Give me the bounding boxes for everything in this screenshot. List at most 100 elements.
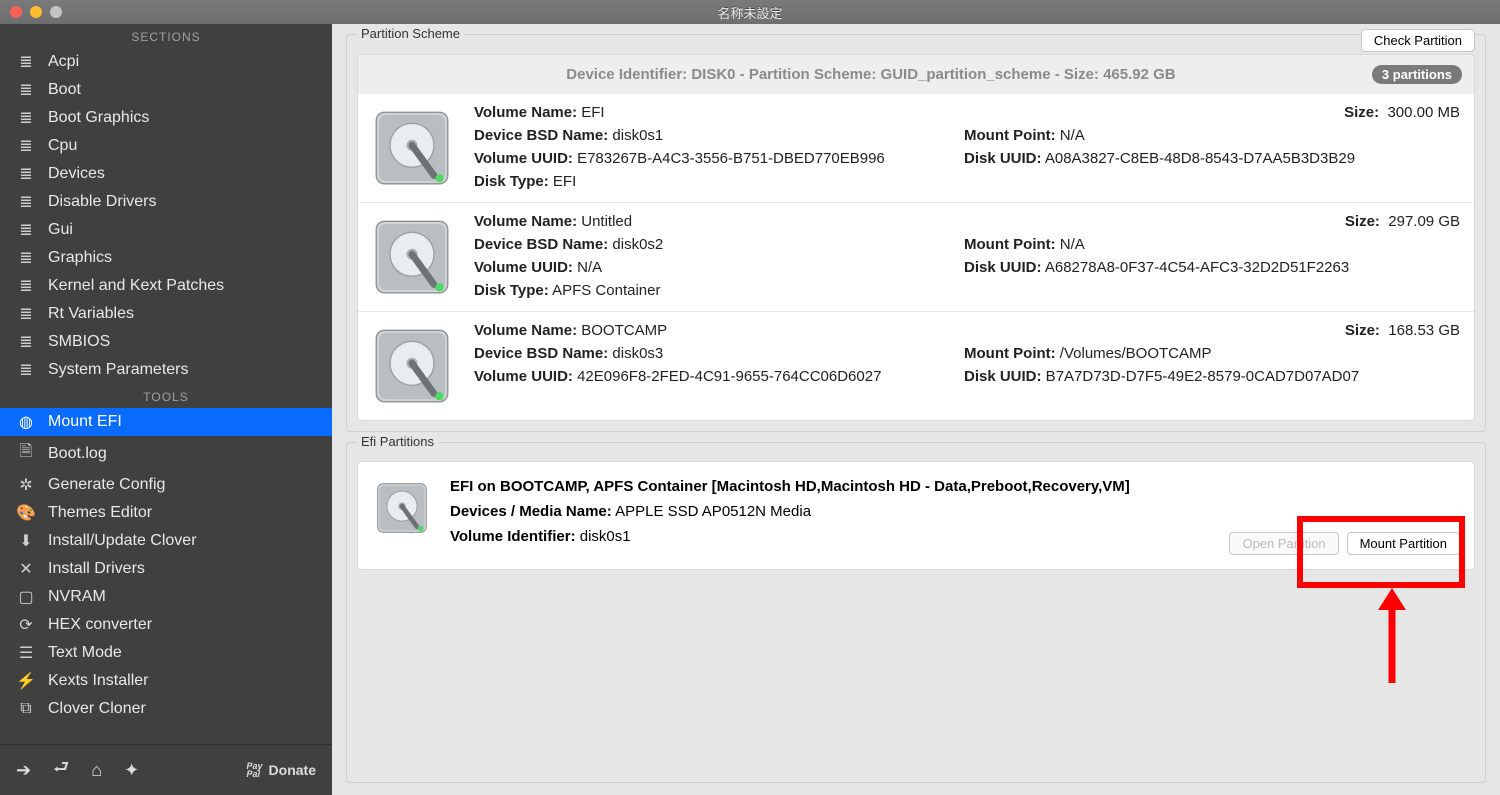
list-icon: ≣ (16, 164, 36, 184)
drive-icon (368, 322, 456, 410)
check-partition-button[interactable]: Check Partition (1361, 29, 1475, 52)
list-icon: ≣ (16, 52, 36, 72)
volume-list: Volume Name: EFI Size: 300.00 MB Device … (357, 94, 1475, 421)
nav-item-label: Graphics (48, 249, 112, 267)
volume-row[interactable]: Volume Name: Untitled Size: 297.09 GB De… (358, 203, 1474, 312)
nav-item-label: Cpu (48, 137, 77, 155)
sidebar-tool-item-themes-editor[interactable]: 🎨 Themes Editor (0, 499, 332, 527)
list-icon: ≣ (16, 304, 36, 324)
sidebar-header-sections: SECTIONS (0, 24, 332, 48)
volume-row[interactable]: Volume Name: BOOTCAMP Size: 168.53 GB De… (358, 312, 1474, 420)
sidebar-tool-item-install-update-clover[interactable]: ⬇Install/Update Clover (0, 527, 332, 555)
gear-icon: ✲ (16, 475, 36, 495)
nav-item-label: HEX converter (48, 616, 152, 634)
open-partition-button[interactable]: Open Partition (1229, 532, 1338, 555)
list-icon: ≣ (16, 80, 36, 100)
sidebar-section-item-disable-drivers[interactable]: ≣ Disable Drivers (0, 188, 332, 216)
list-icon: ≣ (16, 332, 36, 352)
wrench-icon: ✕ (16, 559, 36, 579)
volume-identifier-value: disk0s1 (580, 528, 631, 545)
sidebar-tool-item-kexts-installer[interactable]: ⚡Kexts Installer (0, 667, 332, 695)
nav-item-label: Boot.log (48, 445, 107, 463)
main-content: Partition Scheme Check Partition Device … (332, 24, 1500, 795)
sidebar-tool-item-install-drivers[interactable]: ✕ Install Drivers (0, 555, 332, 583)
list-icon: ≣ (16, 220, 36, 240)
efi-card: EFI on BOOTCAMP, APFS Container [Macinto… (357, 461, 1475, 570)
nav-item-label: Install Drivers (48, 560, 145, 578)
efi-partitions-title: Efi Partitions (357, 434, 438, 449)
sidebar-section-item-kernel-and-kext-patches[interactable]: ≣Kernel and Kext Patches (0, 272, 332, 300)
nav-item-label: Boot (48, 81, 81, 99)
donate-button[interactable]: PayPal Donate (247, 762, 316, 778)
sidebar-tool-item-nvram[interactable]: ▢ NVRAM (0, 583, 332, 611)
sidebar-tool-item-hex-converter[interactable]: ⟳ HEX converter (0, 611, 332, 639)
device-header: Device Identifier: DISK0 - Partition Sch… (357, 54, 1475, 94)
sidebar-section-item-graphics[interactable]: ≣ Graphics (0, 244, 332, 272)
logout-icon[interactable]: ➔ (16, 760, 31, 781)
sidebar-section-item-acpi[interactable]: ≣Acpi (0, 48, 332, 76)
nav-item-label: Rt Variables (48, 305, 134, 323)
nav-item-label: Gui (48, 221, 73, 239)
nav-item-label: Disable Drivers (48, 193, 156, 211)
sidebar-section-item-smbios[interactable]: ≣SMBIOS (0, 328, 332, 356)
sidebar-section-item-cpu[interactable]: ≣ Cpu (0, 132, 332, 160)
minimize-window-button[interactable] (30, 6, 42, 18)
list-icon: ≣ (16, 192, 36, 212)
list-icon: ≣ (16, 136, 36, 156)
sidebar-section-item-boot[interactable]: ≣ Boot (0, 76, 332, 104)
nav-item-label: Kexts Installer (48, 672, 148, 690)
volume-row[interactable]: Volume Name: EFI Size: 300.00 MB Device … (358, 94, 1474, 203)
nav-item-label: Devices (48, 165, 105, 183)
sidebar-header-tools: TOOLS (0, 384, 332, 408)
device-header-text: Device Identifier: DISK0 - Partition Sch… (370, 66, 1372, 83)
partition-count-badge: 3 partitions (1372, 65, 1462, 84)
sidebar: SECTIONS ≣Acpi≣Boot≣Boot Graphics≣Cpu≣De… (0, 24, 332, 795)
window-titlebar: 名称未設定 (0, 0, 1500, 24)
nav-item-label: Text Mode (48, 644, 122, 662)
window-title: 名称未設定 (0, 3, 1500, 22)
home-icon[interactable]: ⌂ (91, 760, 102, 781)
sidebar-section-item-gui[interactable]: ≣ Gui (0, 216, 332, 244)
list-icon: ≣ (16, 248, 36, 268)
volume-details: Volume Name: Untitled Size: 297.09 GB De… (474, 213, 1460, 301)
sidebar-section-item-devices[interactable]: ≣ Devices (0, 160, 332, 188)
text-icon: ☰ (16, 643, 36, 663)
drive-icon (368, 104, 456, 192)
sidebar-tool-item-text-mode[interactable]: ☰ Text Mode (0, 639, 332, 667)
traffic-lights (0, 6, 62, 18)
mount-partition-button[interactable]: Mount Partition (1347, 532, 1460, 555)
export-icon[interactable]: ⮐ (53, 755, 69, 785)
sidebar-tool-item-generate-config[interactable]: ✲Generate Config (0, 471, 332, 499)
drive-icon (372, 478, 432, 538)
nav-item-label: Clover Cloner (48, 700, 146, 718)
sidebar-tool-item-boot-log[interactable]: 🗎Boot.log (0, 436, 332, 471)
clone-icon: ⧉ (16, 700, 36, 718)
volume-identifier-label: Volume Identifier: (450, 528, 576, 545)
sidebar-section-item-system-parameters[interactable]: ≣System Parameters (0, 356, 332, 384)
list-icon: ≣ (16, 108, 36, 128)
close-window-button[interactable] (10, 6, 22, 18)
chip-icon: ▢ (16, 587, 36, 607)
nav-item-label: Install/Update Clover (48, 532, 197, 550)
share-icon[interactable]: ✦ (124, 760, 139, 781)
sidebar-tool-item-mount-efi[interactable]: ◍Mount EFI (0, 408, 332, 436)
list-icon: ≣ (16, 360, 36, 380)
zoom-window-button[interactable] (50, 6, 62, 18)
sidebar-section-item-rt-variables[interactable]: ≣ Rt Variables (0, 300, 332, 328)
nav-item-label: Kernel and Kext Patches (48, 277, 224, 295)
nav-item-label: Themes Editor (48, 504, 152, 522)
volume-details: Volume Name: BOOTCAMP Size: 168.53 GB De… (474, 322, 1460, 410)
paypal-icon: PayPal (247, 762, 263, 778)
media-name-value: APPLE SSD AP0512N Media (615, 503, 811, 520)
sidebar-tool-item-clover-cloner[interactable]: ⧉ Clover Cloner (0, 695, 332, 723)
partition-scheme-panel: Partition Scheme Check Partition Device … (346, 34, 1486, 432)
sidebar-section-item-boot-graphics[interactable]: ≣Boot Graphics (0, 104, 332, 132)
palette-icon: 🎨 (16, 503, 36, 523)
sidebar-bottombar: ➔ ⮐ ⌂ ✦ PayPal Donate (0, 744, 332, 795)
efi-partitions-panel: Efi Partitions EFI on BOOTCAMP, APFS Con… (346, 442, 1486, 783)
media-name-label: Devices / Media Name: (450, 503, 612, 520)
drive-icon (368, 213, 456, 301)
refresh-icon: ⟳ (16, 615, 36, 635)
donate-label: Donate (269, 762, 316, 778)
nav-item-label: NVRAM (48, 588, 106, 606)
